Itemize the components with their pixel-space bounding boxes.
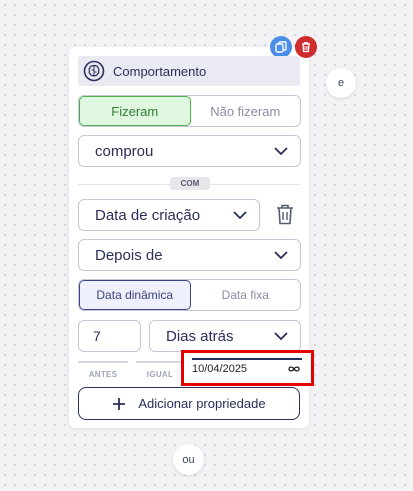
event-select-value: comprou xyxy=(95,142,154,160)
unit-select-value: Dias atrás xyxy=(166,327,234,345)
did-option[interactable]: Fizeram xyxy=(79,96,191,126)
add-property-label: Adicionar propriedade xyxy=(138,396,266,411)
section-header: Comportamento xyxy=(78,56,300,86)
or-connector[interactable]: ou xyxy=(173,444,204,475)
and-connector-label: e xyxy=(337,77,345,89)
trash-icon xyxy=(277,204,293,225)
delete-card-button[interactable] xyxy=(295,36,317,58)
brain-icon xyxy=(83,60,105,82)
date-field-value: 10/04/2025 xyxy=(192,363,248,375)
operator-select-value: Depois de xyxy=(95,246,163,264)
copy-icon xyxy=(275,41,287,53)
date-mode-segment: Data dinâmica Data fixa xyxy=(78,279,301,311)
date-field[interactable]: 10/04/2025 xyxy=(192,358,302,378)
before-tab[interactable]: ANTES xyxy=(78,361,128,379)
unit-select[interactable]: Dias atrás xyxy=(149,320,301,352)
operator-select[interactable]: Depois de xyxy=(78,239,301,271)
chevron-down-icon xyxy=(274,147,288,155)
trash-icon xyxy=(302,42,310,53)
plus-icon xyxy=(113,397,126,410)
infinity-icon xyxy=(288,366,300,372)
property-select[interactable]: Data de criação xyxy=(78,199,260,231)
dynamic-date-option[interactable]: Data dinâmica xyxy=(79,280,191,310)
section-title: Comportamento xyxy=(113,63,207,79)
chevron-down-icon xyxy=(274,251,288,259)
fixed-date-option[interactable]: Data fixa xyxy=(191,280,301,310)
did-not-option[interactable]: Não fizeram xyxy=(191,96,301,126)
property-select-value: Data de criação xyxy=(95,206,201,224)
chevron-down-icon xyxy=(233,211,247,219)
add-property-button[interactable]: Adicionar propriedade xyxy=(78,387,300,420)
card-actions xyxy=(270,36,317,58)
and-connector[interactable]: e xyxy=(326,68,356,98)
duplicate-button[interactable] xyxy=(270,36,292,58)
remove-property-button[interactable] xyxy=(276,204,294,230)
with-badge: COM xyxy=(170,177,210,190)
days-input[interactable]: 7 xyxy=(78,320,141,352)
chevron-down-icon xyxy=(274,332,288,340)
equal-tab[interactable]: IGUAL xyxy=(136,361,184,379)
event-select[interactable]: comprou xyxy=(78,135,301,167)
did-segment: Fizeram Não fizeram xyxy=(78,95,301,127)
or-connector-label: ou xyxy=(182,453,195,466)
